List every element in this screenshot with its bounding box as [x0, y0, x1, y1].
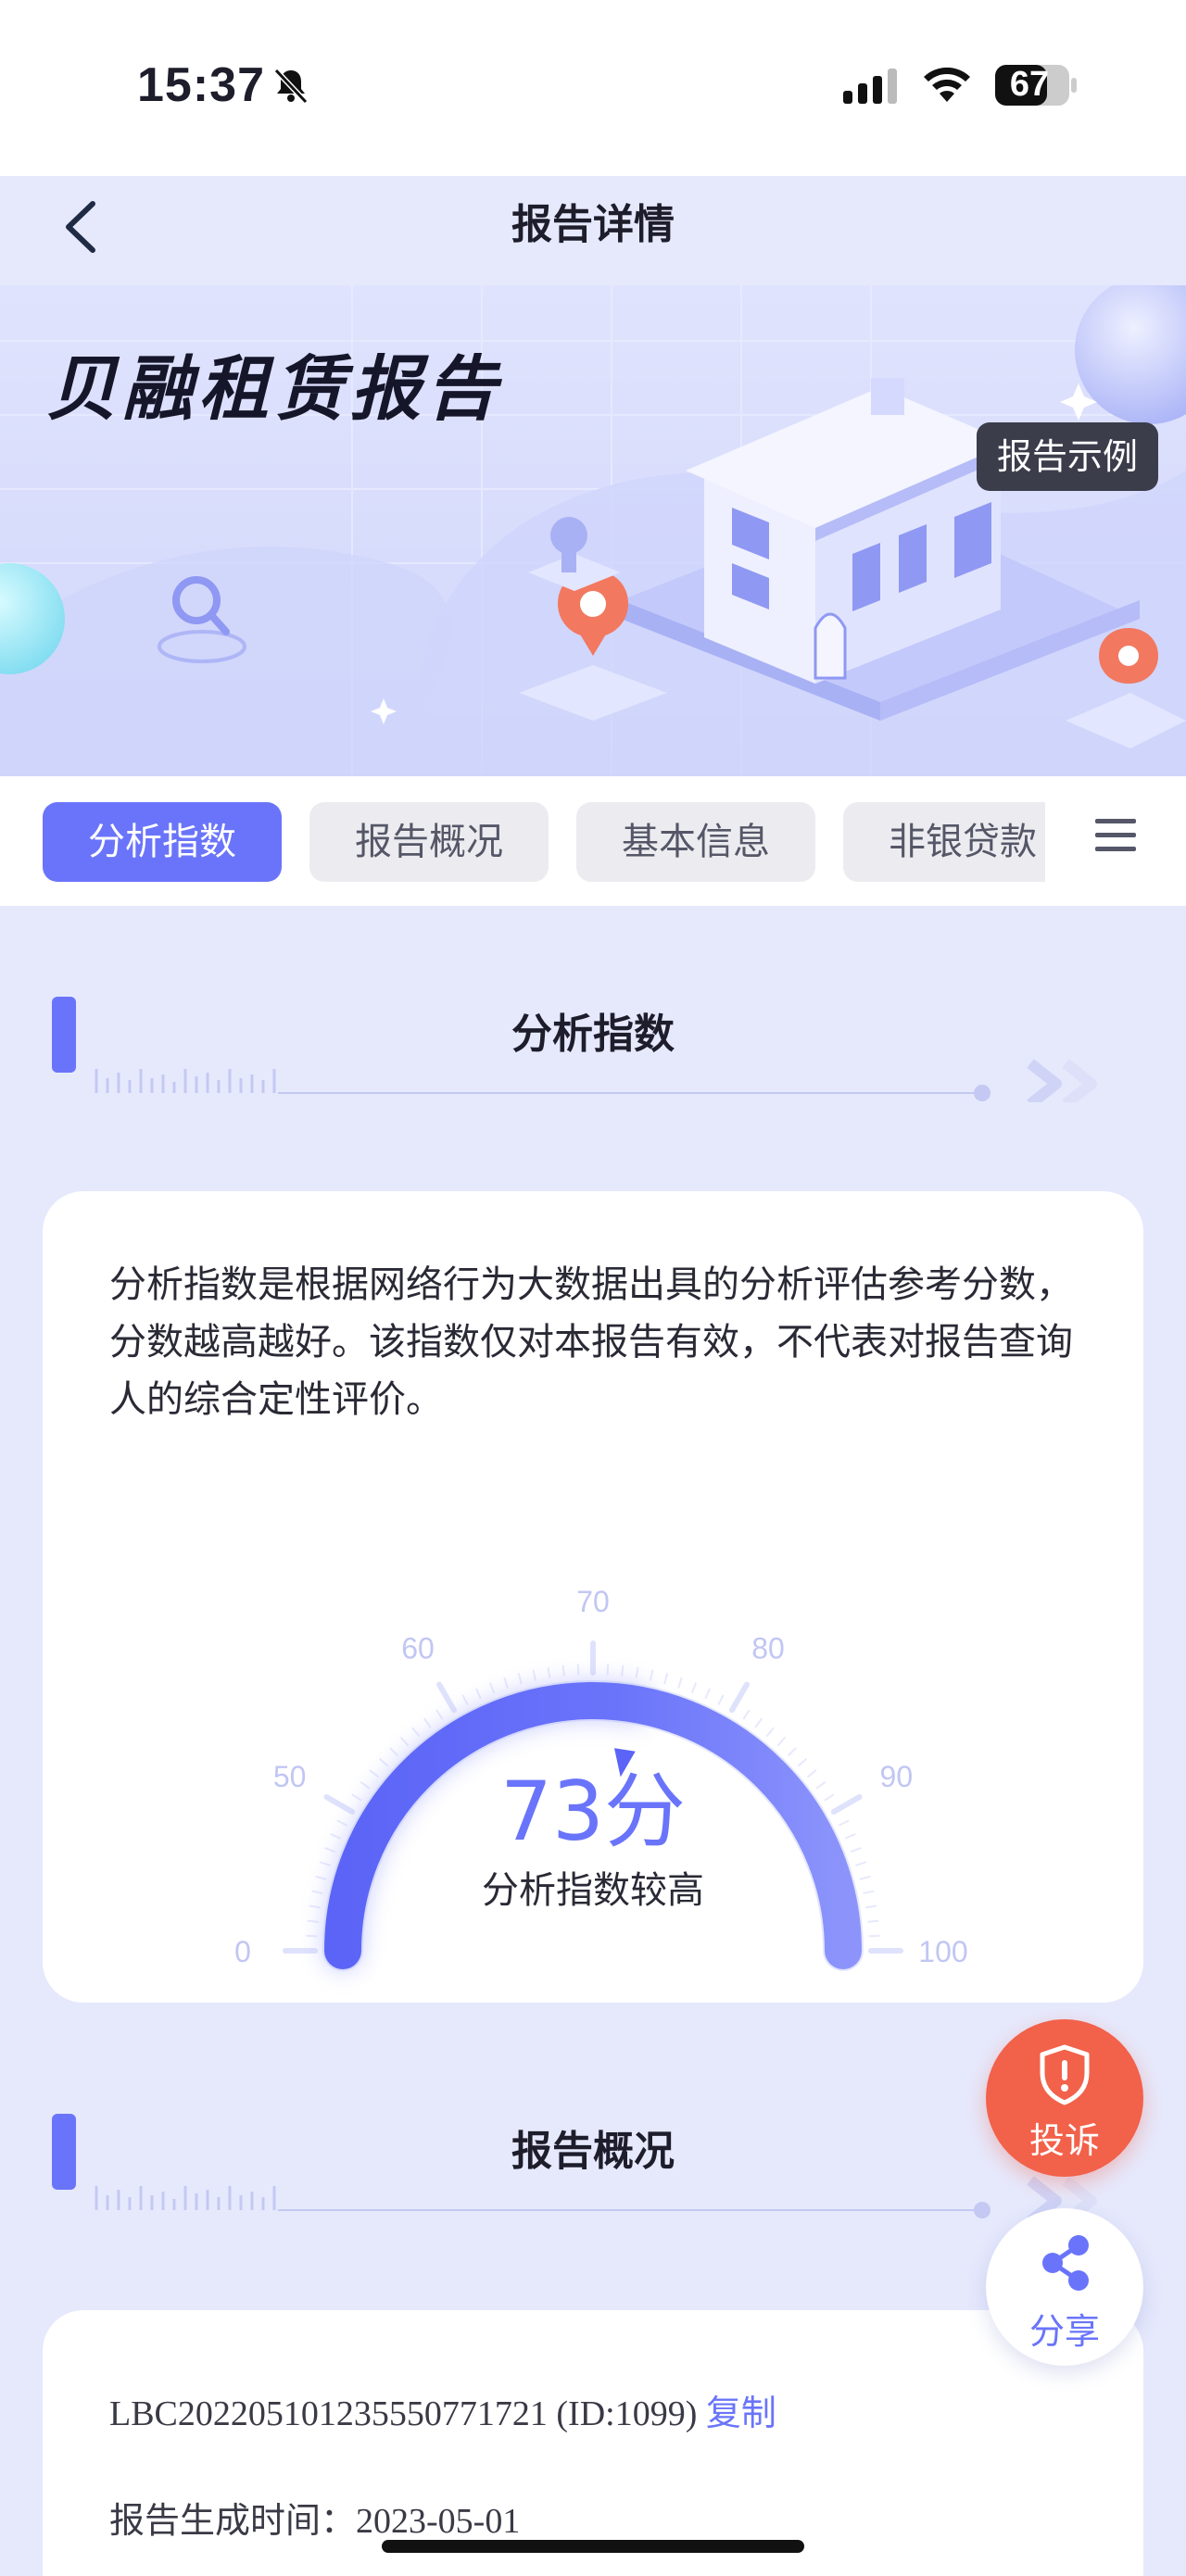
- score-value: 73分: [500, 1764, 686, 1859]
- gauge-minor-tick: [532, 1669, 537, 1681]
- gauge-minor-tick: [649, 1669, 654, 1681]
- tab-non-bank-loans[interactable]: 非银贷款: [843, 802, 1045, 882]
- complain-button[interactable]: 投诉: [986, 2019, 1143, 2177]
- gauge-minor-tick: [503, 1677, 509, 1689]
- page-title: 报告详情: [511, 201, 675, 248]
- gauge-minor-tick: [561, 1665, 565, 1677]
- section-header-analysis: 分析指数: [0, 963, 1186, 1102]
- gauge-major-tick: [436, 1681, 457, 1714]
- battery-level: 67: [1009, 65, 1050, 104]
- share-label: 分享: [1028, 2311, 1100, 2352]
- gauge-minor-tick: [717, 1694, 725, 1705]
- wifi-icon: [924, 67, 970, 102]
- gauge-minor-tick: [606, 1664, 610, 1676]
- signal-icon: [843, 69, 897, 104]
- tab-report-overview[interactable]: 报告概况: [309, 802, 549, 882]
- gauge-minor-tick: [517, 1673, 523, 1685]
- report-brand-title: 贝融租赁报告: [46, 347, 502, 430]
- copy-button[interactable]: 复制: [706, 2393, 776, 2433]
- gauge-minor-tick: [635, 1666, 639, 1678]
- gauge-minor-tick: [389, 1747, 398, 1756]
- score-rating-label: 分析指数较高: [482, 1869, 704, 1912]
- back-icon[interactable]: [59, 198, 106, 256]
- gauge-minor-tick: [411, 1727, 421, 1738]
- section-ruler-decoration: [95, 1059, 1097, 1102]
- generated-time-label: 报告生成时间：: [109, 2500, 357, 2541]
- share-button[interactable]: 分享: [986, 2208, 1143, 2366]
- report-id-row: LBC202205101235550771721 (ID:1099) 复制: [109, 2384, 776, 2435]
- analysis-description: 分析指数是根据网络行为大数据出具的分析评估参考分数，分数越高越好。该指数仅对本报…: [109, 1263, 1073, 1421]
- analysis-card: 分析指数是根据网络行为大数据出具的分析评估参考分数，分数越高越好。该指数仅对本报…: [43, 1191, 1143, 2003]
- share-icon: [1042, 2235, 1089, 2291]
- tab-scroller[interactable]: 分析指数 报告概况 基本信息 非银贷款: [43, 802, 1045, 886]
- gauge-minor-tick: [704, 1688, 712, 1700]
- gauge-tick-label: 100: [918, 1935, 967, 1968]
- section-ruler-decoration: [95, 2176, 1097, 2219]
- status-bar: 15:37 67: [0, 0, 1186, 176]
- complain-label: 投诉: [1028, 2120, 1100, 2161]
- gauge-minor-tick: [663, 1673, 669, 1685]
- gauge-tick-label: 80: [751, 1632, 785, 1665]
- gauge-minor-tick: [435, 1709, 444, 1720]
- gauge-tick-label: 60: [401, 1632, 435, 1665]
- gauge-minor-tick: [742, 1709, 751, 1720]
- section-title: 分析指数: [511, 1011, 675, 1058]
- gauge-major-tick: [729, 1681, 750, 1714]
- tab-basic-info[interactable]: 基本信息: [576, 802, 815, 882]
- gauge-minor-tick: [474, 1688, 482, 1700]
- gauge-minor-tick: [306, 1934, 318, 1938]
- gauge-minor-tick: [765, 1727, 775, 1738]
- gauge-minor-tick: [547, 1666, 551, 1678]
- status-time: 15:37: [137, 58, 265, 112]
- shield-alert-icon: [1040, 2044, 1090, 2105]
- gauge-minor-tick: [488, 1682, 496, 1694]
- gauge-minor-tick: [776, 1736, 787, 1747]
- gauge-minor-tick: [399, 1736, 410, 1747]
- gauge-minor-tick: [461, 1694, 469, 1705]
- score-gauge: 05060708090100: [234, 1585, 968, 1971]
- gauge-minor-tick: [576, 1664, 580, 1676]
- menu-icon[interactable]: [1090, 810, 1142, 861]
- gauge-minor-tick: [677, 1677, 683, 1689]
- gauge-minor-tick: [307, 1919, 319, 1923]
- gauge-minor-tick: [788, 1747, 797, 1756]
- report-sample-button[interactable]: 报告示例: [977, 422, 1158, 491]
- gauge-minor-tick: [868, 1934, 880, 1938]
- report-id: LBC202205101235550771721 (ID:1099): [109, 2394, 698, 2433]
- tab-bar: 分析指数 报告概况 基本信息 非银贷款: [0, 776, 1186, 906]
- generated-time-row: 报告生成时间：2023-05-01: [109, 2492, 520, 2543]
- overview-card: LBC202205101235550771721 (ID:1099) 复制 报告…: [43, 2310, 1143, 2576]
- bell-slash-icon: [273, 68, 309, 105]
- gauge-tick-label: 0: [234, 1935, 251, 1968]
- gauge-minor-tick: [754, 1717, 763, 1728]
- hero-banner: 贝融租赁报告 报告示例: [0, 285, 1186, 776]
- gauge-tick-label: 70: [576, 1585, 610, 1618]
- home-indicator: [382, 2540, 804, 2553]
- gauge-minor-tick: [867, 1919, 879, 1923]
- gauge-minor-tick: [690, 1682, 698, 1694]
- gauge-minor-tick: [621, 1665, 625, 1677]
- gauge-minor-tick: [423, 1717, 432, 1728]
- generated-time-value: 2023-05-01: [356, 2502, 521, 2541]
- tab-analysis-index[interactable]: 分析指数: [43, 802, 282, 882]
